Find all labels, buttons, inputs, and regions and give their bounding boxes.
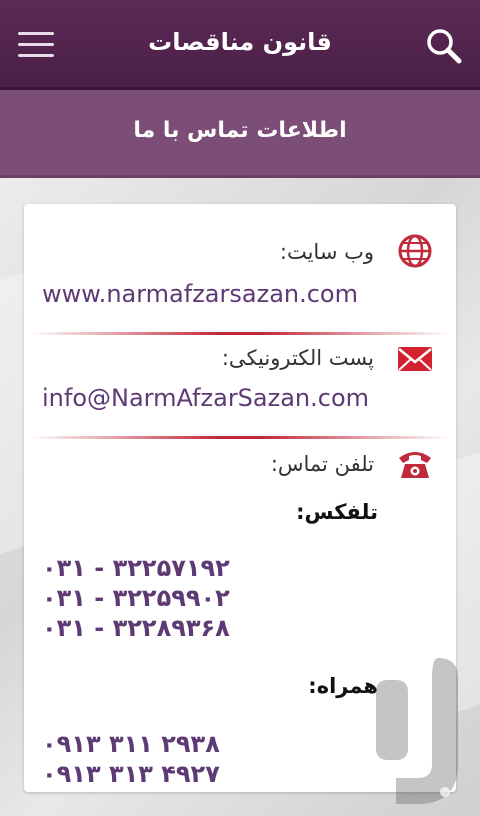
section-title: اطلاعات تماس با ما (133, 118, 347, 143)
divider (30, 436, 450, 439)
telefax-heading: تلفکس: (296, 500, 378, 524)
store-logo-icon (372, 652, 468, 808)
email-label: پست الکترونیکی: (221, 346, 374, 370)
divider (30, 332, 450, 335)
globe-icon (396, 232, 434, 270)
app-title: قانون مناقصات (148, 28, 332, 56)
mobile-number-1[interactable]: ۰۹۱۳ ۳۱۱ ۲۹۳۸ (42, 730, 220, 758)
telephone-icon (396, 444, 434, 482)
top-app-bar: قانون مناقصات (0, 0, 480, 90)
phone-label: تلفن تماس: (270, 452, 374, 476)
telefax-number-1[interactable]: ۰۳۱ - ۳۲۲۵۷۱۹۲ (42, 554, 230, 582)
mobile-heading: همراه: (308, 674, 378, 698)
telefax-number-3[interactable]: ۰۳۱ - ۳۲۲۸۹۳۶۸ (42, 614, 230, 642)
website-link[interactable]: www.narmafzarsazan.com (42, 280, 358, 308)
section-header: اطلاعات تماس با ما (0, 90, 480, 178)
website-label: وب سایت: (279, 240, 374, 264)
envelope-icon (396, 340, 434, 378)
email-link[interactable]: info@NarmAfzarSazan.com (42, 384, 369, 412)
magnifier-icon[interactable] (424, 26, 464, 66)
mobile-number-2[interactable]: ۰۹۱۳ ۳۱۳ ۴۹۲۷ (42, 760, 220, 788)
telefax-number-2[interactable]: ۰۳۱ - ۳۲۲۵۹۹۰۲ (42, 584, 230, 612)
